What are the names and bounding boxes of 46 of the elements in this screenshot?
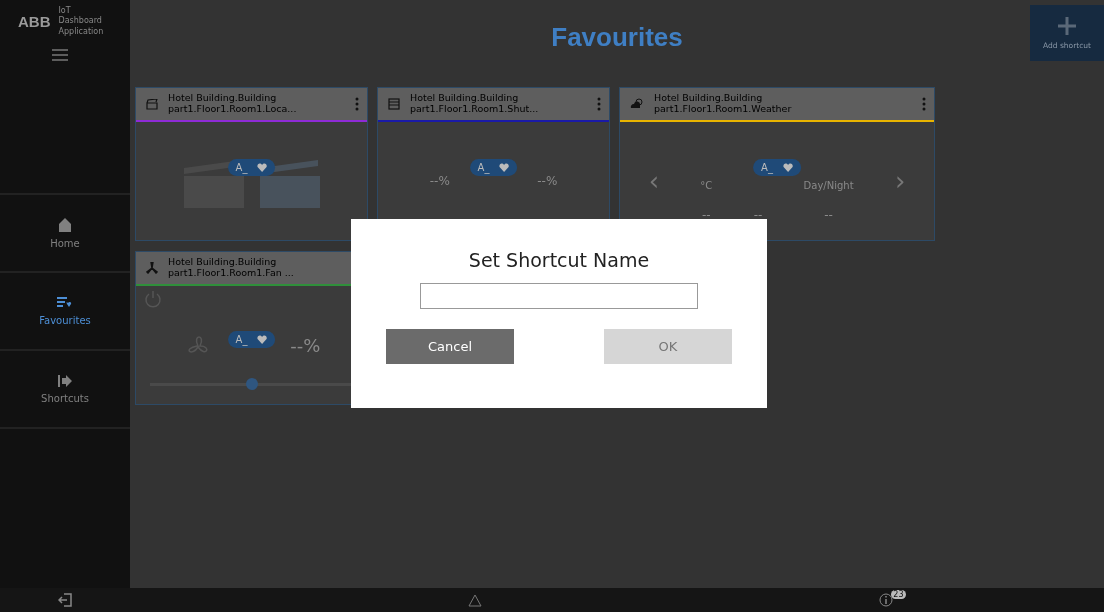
auto-favourite-toggle[interactable]: A_ [753, 159, 801, 176]
shutter-reading: --% [537, 174, 558, 188]
fan-icon [146, 262, 158, 274]
card-title: Hotel Building.Building part1.Floor1.Room1.Weather [654, 93, 793, 115]
temperature-reading: -- [702, 208, 711, 222]
brand-logo: ABB [18, 13, 51, 31]
weather-reading: -- [753, 208, 763, 222]
heart-icon [257, 334, 268, 344]
fan-reading: --% [290, 335, 321, 356]
auto-favourite-toggle[interactable]: A_ [227, 159, 276, 176]
shutter-reading: --% [429, 174, 450, 188]
more-icon[interactable] [597, 97, 601, 111]
auto-favourite-toggle[interactable]: A_ [469, 159, 518, 176]
heart-icon [257, 163, 268, 172]
clapperboard-icon [146, 98, 158, 110]
cloud-sun-icon [630, 98, 644, 110]
menu-icon[interactable] [50, 47, 70, 64]
dialog-title: Set Shortcut Name [468, 249, 650, 271]
card-title: Hotel Building.Building part1.Floor1.Room1.Shut... [410, 93, 540, 115]
shutter-icon [388, 98, 400, 110]
card-title: Hotel Building.Building part1.Floor1.Room1.Fan ... [168, 257, 295, 279]
slider-thumb[interactable] [245, 378, 258, 390]
info-icon[interactable] [879, 593, 894, 607]
app-name: IoT Dashboard Application [58, 6, 105, 38]
auto-favourite-toggle[interactable]: A_ [227, 330, 276, 348]
home-icon [58, 217, 72, 232]
notification-count: 23 [891, 590, 906, 599]
page-title: Favourites [551, 22, 683, 53]
logout-icon[interactable] [58, 593, 72, 607]
dialog-button[interactable]: Cancel [386, 329, 514, 364]
chevron-right-icon[interactable]: › [894, 166, 906, 196]
warning-icon[interactable] [468, 593, 483, 607]
power-icon[interactable] [144, 290, 162, 308]
shortcut-name-field[interactable] [420, 283, 698, 309]
plus-icon [1058, 16, 1076, 35]
more-icon[interactable] [922, 97, 926, 111]
temperature-unit: °C [700, 180, 713, 192]
heart-icon [499, 163, 510, 172]
list-heart-icon [57, 296, 73, 309]
heart-icon [782, 163, 793, 172]
chevron-left-icon[interactable]: ‹ [648, 166, 660, 196]
card-title: Hotel Building.Building part1.Floor1.Room1.Loca... [168, 93, 298, 115]
day-night-reading: -- [824, 208, 833, 222]
day-night-label: Day/Night [803, 180, 854, 192]
more-icon[interactable] [355, 97, 359, 111]
arrow-bar-icon [58, 374, 72, 387]
